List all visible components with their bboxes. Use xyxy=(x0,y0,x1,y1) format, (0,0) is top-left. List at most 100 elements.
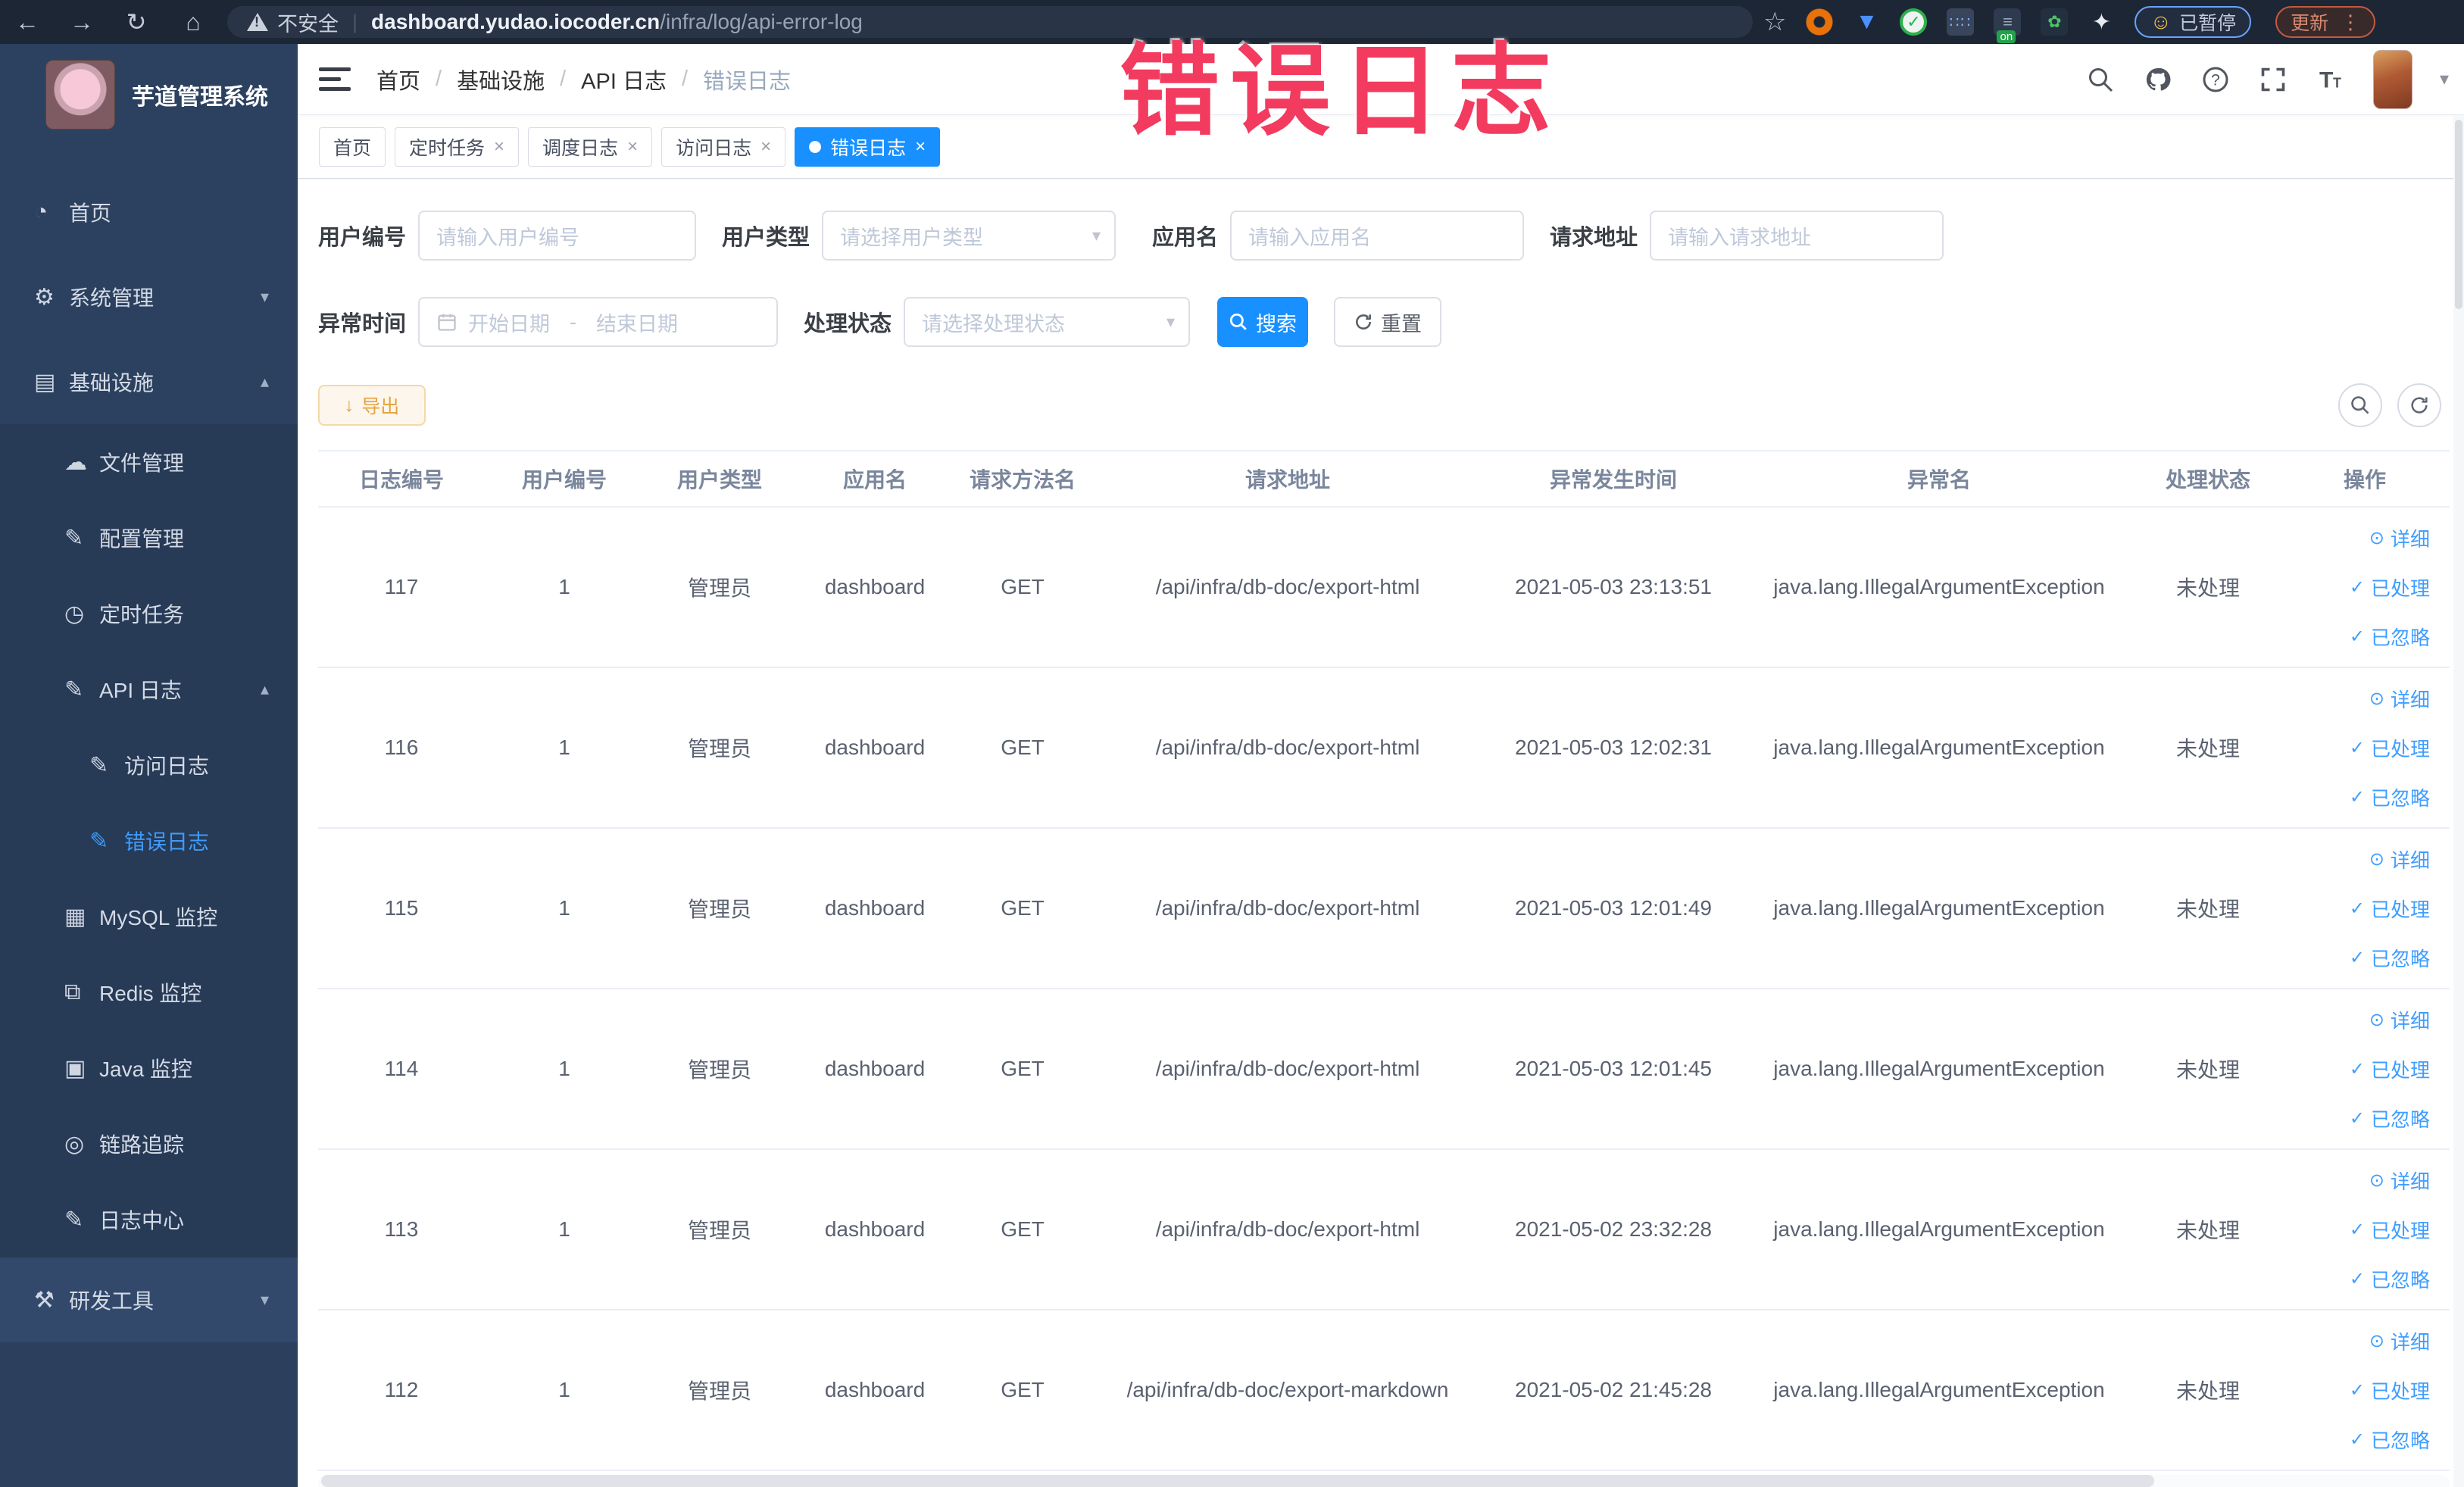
view-icon: ⊙ xyxy=(2369,688,2384,709)
sidebar-item-链路追踪[interactable]: ◎ 链路追踪 xyxy=(0,1106,298,1182)
browser-home-icon[interactable]: ⌂ xyxy=(164,8,223,36)
action-processed-link[interactable]: ✓ 已处理 xyxy=(2350,1216,2430,1244)
user-menu-caret-icon[interactable]: ▾ xyxy=(2440,68,2449,90)
sidebar-item-定时任务[interactable]: ◷ 定时任务 xyxy=(0,576,298,651)
help-icon[interactable]: ? xyxy=(2200,64,2231,95)
github-icon[interactable] xyxy=(2143,64,2173,95)
action-processed-link[interactable]: ✓ 已处理 xyxy=(2350,734,2430,762)
close-tab-icon[interactable]: × xyxy=(915,136,926,158)
extension-check-icon[interactable]: ✓ xyxy=(1900,8,1928,36)
process-status-label: 处理状态 xyxy=(804,312,892,336)
breadcrumb-separator: / xyxy=(681,67,689,91)
sidebar-item-java-监控[interactable]: ▣ Java 监控 xyxy=(0,1030,298,1106)
app-logo-row[interactable]: 芋道管理系统 xyxy=(0,44,298,145)
request-url-label: 请求地址 xyxy=(1550,226,1638,250)
sidebar-item-基础设施[interactable]: ▤ 基础设施 ▴ xyxy=(0,339,298,424)
fullscreen-icon[interactable] xyxy=(2258,64,2288,95)
sidebar-item-访问日志[interactable]: ✎ 访问日志 xyxy=(0,727,298,803)
action-processed-link[interactable]: ✓ 已处理 xyxy=(2350,895,2430,923)
browser-reload-icon[interactable]: ↻ xyxy=(109,8,164,36)
extension-pin-icon[interactable]: ▼ xyxy=(1853,8,1880,36)
sidebar-item-错误日志[interactable]: ✎ 错误日志 xyxy=(0,803,298,879)
table-cell: 未处理 xyxy=(2175,898,2240,921)
refresh-button[interactable] xyxy=(2397,383,2441,427)
tab-首页[interactable]: 首页 xyxy=(319,127,386,167)
tab-调度日志[interactable]: 调度日志 × xyxy=(528,127,653,167)
extension-leaf-icon[interactable]: ✿ xyxy=(2041,8,2069,36)
action-detail-link[interactable]: ⊙ 详细 xyxy=(2369,1006,2430,1034)
action-ignored-link[interactable]: ✓ 已忽略 xyxy=(2350,1104,2430,1132)
user-type-select[interactable]: 请选择用户类型 ▾ xyxy=(822,211,1116,261)
table-cell: dashboard xyxy=(824,1378,926,1401)
action-ignored-link[interactable]: ✓ 已忽略 xyxy=(2350,623,2430,651)
vertical-scrollbar[interactable] xyxy=(2453,115,2464,1487)
tab-错误日志[interactable]: 错误日志 × xyxy=(795,127,941,167)
close-tab-icon[interactable]: × xyxy=(627,136,638,158)
app-logo xyxy=(45,60,115,130)
bookmark-star-icon[interactable]: ☆ xyxy=(1763,7,1786,37)
horizontal-scrollbar-thumb[interactable] xyxy=(321,1475,2155,1487)
action-ignored-link[interactable]: ✓ 已忽略 xyxy=(2350,1426,2430,1454)
reset-button[interactable]: 重置 xyxy=(1334,297,1442,347)
sidebar-item-api-日志[interactable]: ✎ API 日志 ▴ xyxy=(0,651,298,727)
security-warning-icon[interactable] xyxy=(247,13,268,31)
collapse-sidebar-icon[interactable] xyxy=(319,67,351,92)
sidebar-item-配置管理[interactable]: ✎ 配置管理 xyxy=(0,500,298,576)
exception-time-range-input[interactable]: 开始日期 - 结束日期 xyxy=(418,297,779,347)
browser-menu-icon[interactable]: ⋮ xyxy=(2341,11,2360,34)
tab-label: 定时任务 xyxy=(409,137,486,159)
action-detail-link[interactable]: ⊙ 详细 xyxy=(2369,524,2430,552)
extension-orange-icon[interactable] xyxy=(1806,8,1834,36)
action-ignored-link[interactable]: ✓ 已忽略 xyxy=(2350,783,2430,811)
export-button[interactable]: ↓ 导出 xyxy=(318,385,426,426)
app-title: 芋道管理系统 xyxy=(132,85,268,110)
app-name-input[interactable]: 请输入应用名 xyxy=(1230,211,1525,261)
close-tab-icon[interactable]: × xyxy=(494,136,504,158)
search-button[interactable]: 搜索 xyxy=(1217,297,1309,347)
action-ignored-link[interactable]: ✓ 已忽略 xyxy=(2350,944,2430,972)
paused-badge[interactable]: ☺ 已暂停 xyxy=(2135,6,2252,38)
action-processed-link[interactable]: ✓ 已处理 xyxy=(2350,1376,2430,1404)
table-cell: 117 xyxy=(384,575,419,598)
tab-访问日志[interactable]: 访问日志 × xyxy=(661,127,786,167)
action-ignored-link[interactable]: ✓ 已忽略 xyxy=(2350,1265,2430,1293)
browser-forward-icon[interactable]: → xyxy=(55,8,109,36)
sidebar-item-mysql-监控[interactable]: ▦ MySQL 监控 xyxy=(0,879,298,954)
extension-on-icon[interactable]: ≡ xyxy=(1994,8,2022,43)
sidebar-item-日志中心[interactable]: ✎ 日志中心 xyxy=(0,1182,298,1257)
breadcrumb-item[interactable]: API 日志 xyxy=(581,64,667,95)
table-cell: 管理员 xyxy=(687,737,751,761)
sidebar-item-文件管理[interactable]: ☁ 文件管理 xyxy=(0,424,298,500)
process-status-select[interactable]: 请选择处理状态 ▾ xyxy=(904,297,1191,347)
action-processed-link[interactable]: ✓ 已处理 xyxy=(2350,573,2430,601)
action-processed-link[interactable]: ✓ 已处理 xyxy=(2350,1055,2430,1083)
sidebar-item-首页[interactable]: ◔ 首页 xyxy=(0,170,298,255)
request-url-input[interactable]: 请输入请求地址 xyxy=(1650,211,1944,261)
tab-label: 访问日志 xyxy=(676,137,752,159)
action-detail-link[interactable]: ⊙ 详细 xyxy=(2369,845,2430,873)
sidebar-item-系统管理[interactable]: ⚙ 系统管理 ▾ xyxy=(0,255,298,339)
sidebar-item-研发工具[interactable]: ⚒ 研发工具 ▾ xyxy=(0,1257,298,1342)
breadcrumb-item[interactable]: 基础设施 xyxy=(457,64,545,95)
toggle-search-button[interactable] xyxy=(2338,383,2382,427)
view-icon: ⊙ xyxy=(2369,1330,2384,1351)
horizontal-scrollbar[interactable] xyxy=(318,1475,2450,1487)
action-detail-link[interactable]: ⊙ 详细 xyxy=(2369,685,2430,713)
user-id-input[interactable]: 请输入用户编号 xyxy=(418,211,697,261)
font-size-icon[interactable]: TT xyxy=(2316,64,2346,95)
user-avatar[interactable] xyxy=(2372,49,2412,109)
column-header: 应用名 xyxy=(842,468,907,492)
search-icon[interactable] xyxy=(2085,64,2116,95)
sidebar-item-redis-监控[interactable]: ⧉ Redis 监控 xyxy=(0,954,298,1030)
vertical-scrollbar-thumb[interactable] xyxy=(2455,120,2462,309)
tab-定时任务[interactable]: 定时任务 × xyxy=(395,127,520,167)
table-cell: /api/infra/db-doc/export-html xyxy=(1155,896,1420,920)
extension-grid-icon[interactable]: ∷∷ xyxy=(1947,8,1975,36)
browser-back-icon[interactable]: ← xyxy=(0,8,55,36)
update-badge[interactable]: 更新 ⋮ xyxy=(2275,6,2376,38)
action-detail-link[interactable]: ⊙ 详细 xyxy=(2369,1327,2430,1355)
breadcrumb-item[interactable]: 首页 xyxy=(376,64,420,95)
action-detail-link[interactable]: ⊙ 详细 xyxy=(2369,1167,2430,1195)
close-tab-icon[interactable]: × xyxy=(760,136,771,158)
extensions-puzzle-icon[interactable]: ✦ xyxy=(2088,8,2115,36)
